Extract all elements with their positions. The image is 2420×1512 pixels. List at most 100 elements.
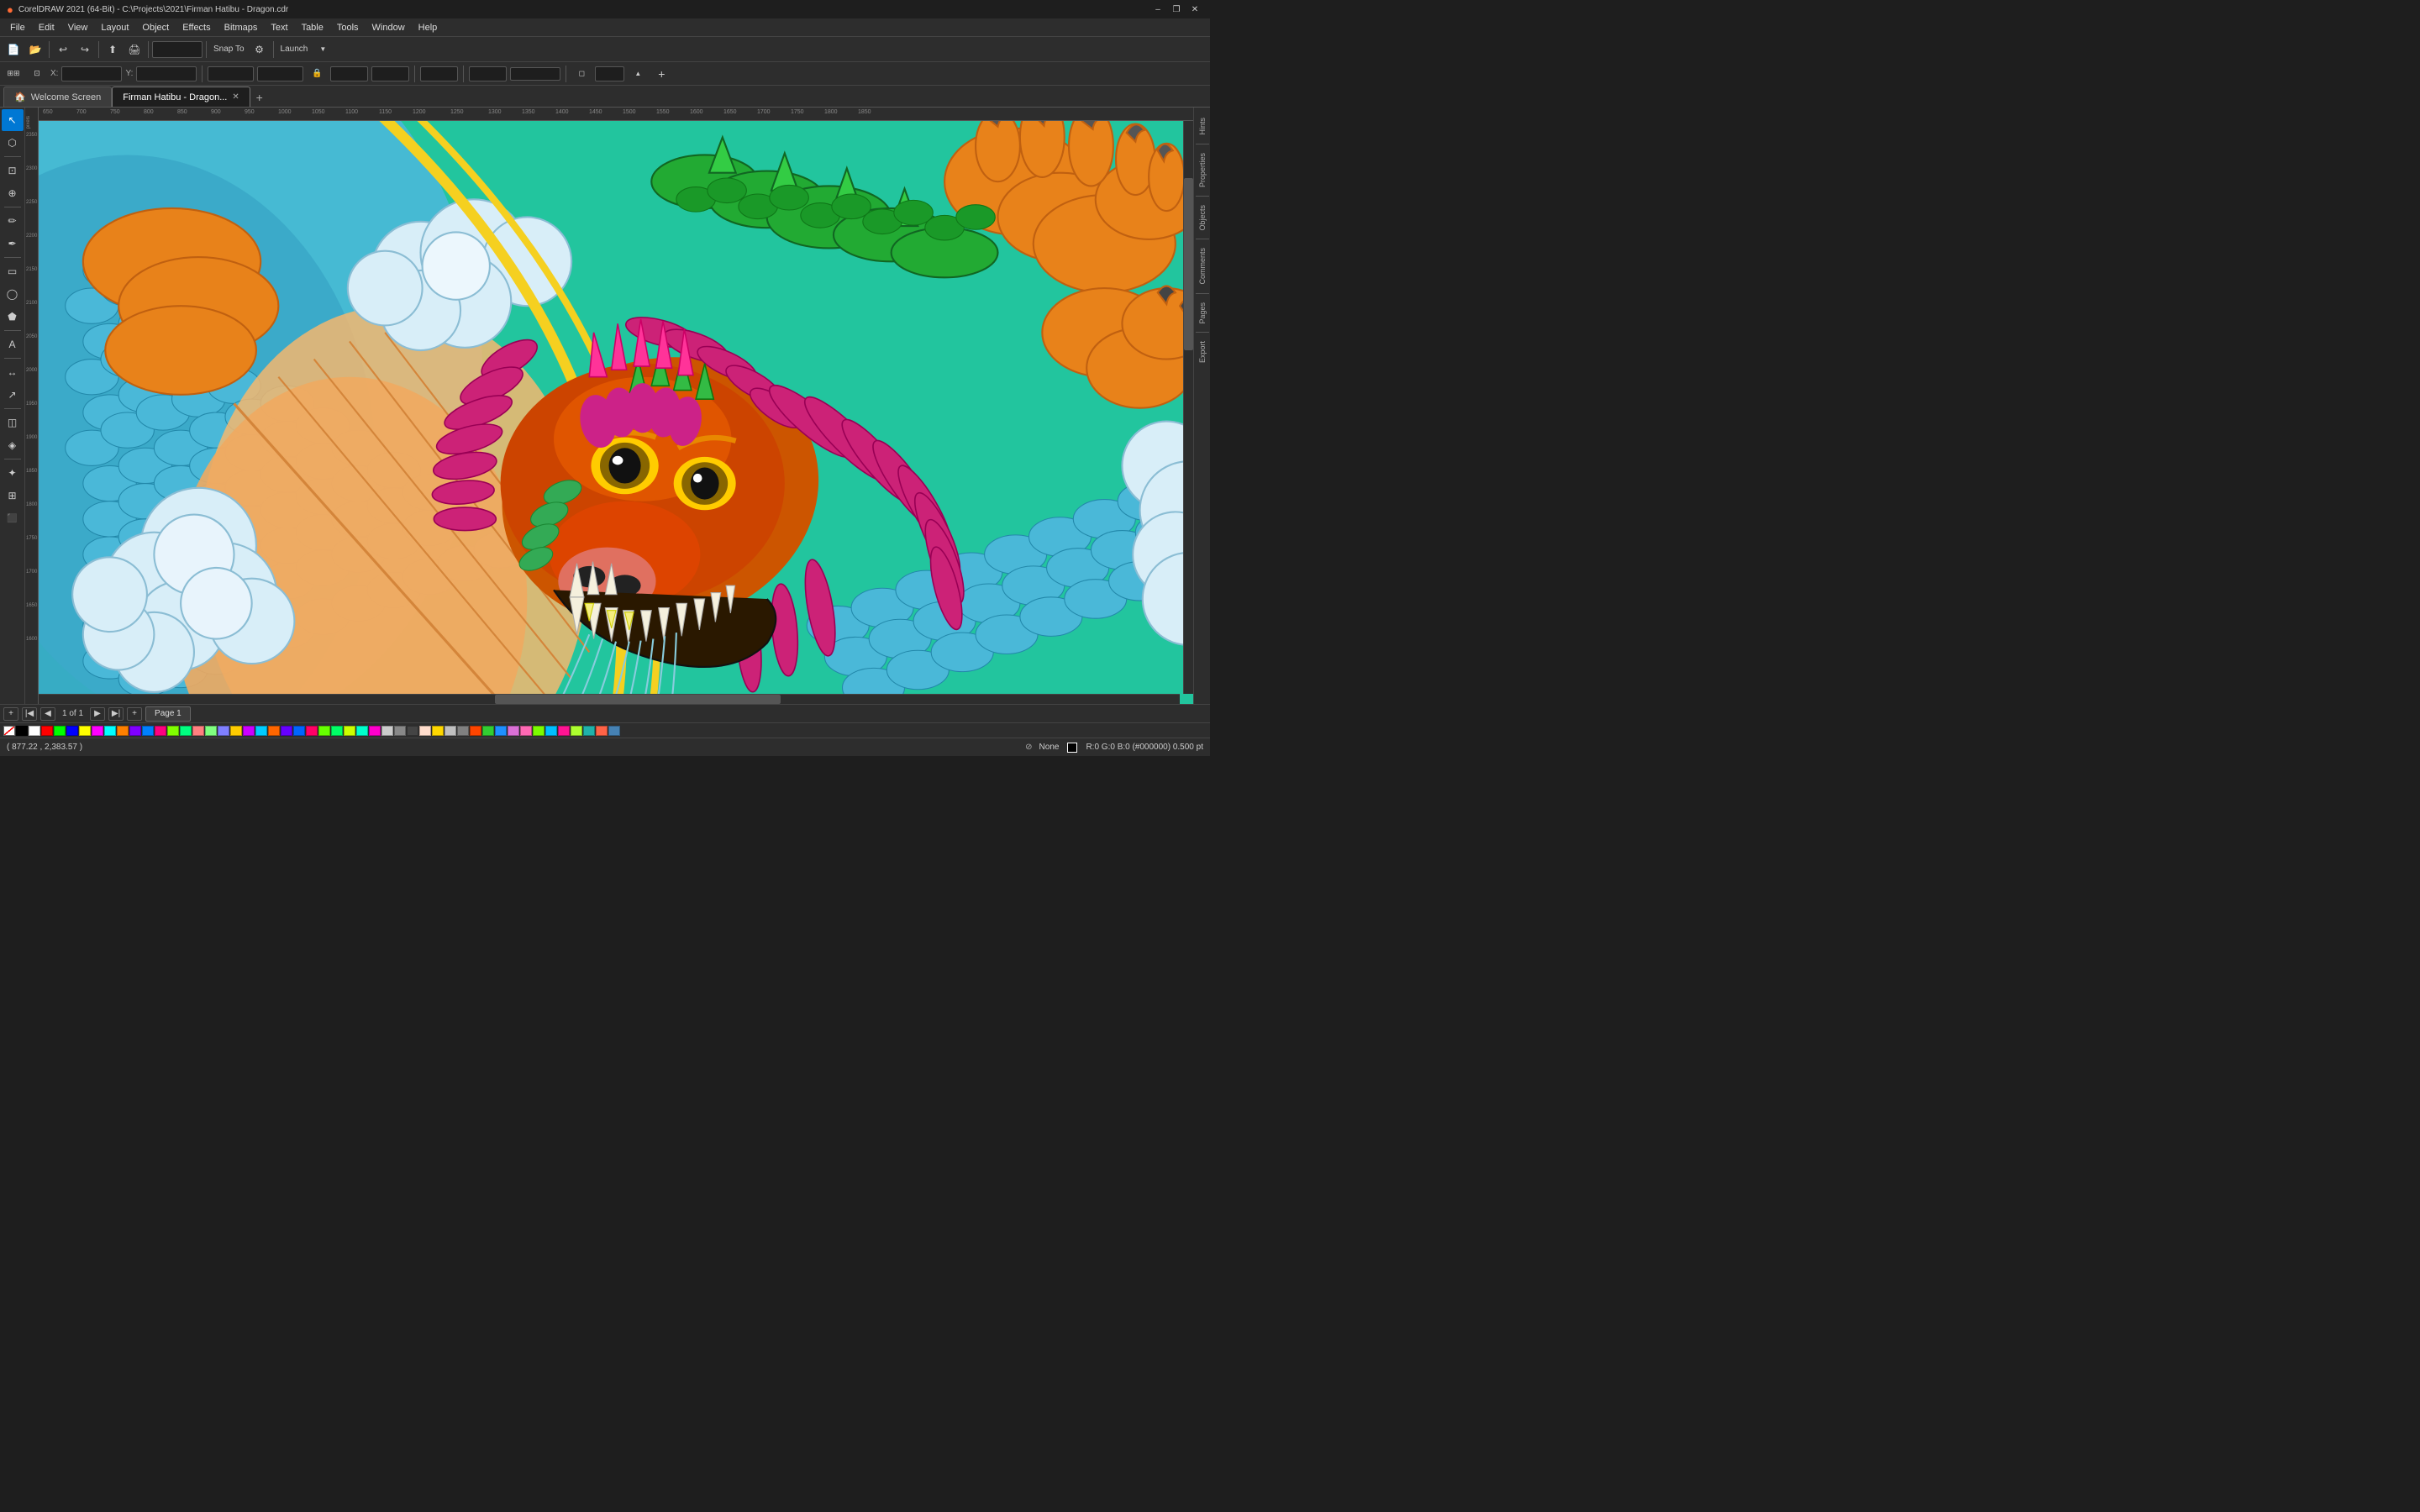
menu-item-help[interactable]: Help <box>412 21 445 34</box>
object-pos-size[interactable]: ⊡ <box>27 64 47 84</box>
color-swatch[interactable] <box>230 726 242 736</box>
objects-panel-btn[interactable]: Objects <box>1197 198 1208 238</box>
redo-button[interactable]: ↪ <box>75 39 95 60</box>
first-page-btn[interactable]: |◀ <box>22 707 37 721</box>
color-swatch[interactable] <box>381 726 393 736</box>
color-swatch[interactable] <box>318 726 330 736</box>
prev-page-btn[interactable]: ◀ <box>40 707 55 721</box>
scale-h-input[interactable]: 100.0 <box>371 66 409 81</box>
color-swatch[interactable] <box>104 726 116 736</box>
color-swatch[interactable] <box>369 726 381 736</box>
color-swatch[interactable] <box>205 726 217 736</box>
print-button[interactable]: 🖨 <box>124 39 145 60</box>
color-swatch[interactable] <box>419 726 431 736</box>
rectangle-btn[interactable]: ▭ <box>2 260 24 282</box>
menu-item-file[interactable]: File <box>3 21 32 34</box>
color-swatch[interactable] <box>583 726 595 736</box>
transform-tool[interactable]: ⊞⊞ <box>3 64 24 84</box>
color-swatch[interactable] <box>66 726 78 736</box>
color-swatch[interactable] <box>508 726 519 736</box>
color-swatch[interactable] <box>495 726 507 736</box>
color-swatch[interactable] <box>457 726 469 736</box>
color-swatch[interactable] <box>41 726 53 736</box>
freehand-btn[interactable]: ✏ <box>2 210 24 232</box>
color-swatch[interactable] <box>268 726 280 736</box>
color-swatch[interactable] <box>117 726 129 736</box>
width-input[interactable]: 0.0 px <box>208 66 254 81</box>
h-scroll-thumb[interactable] <box>495 695 781 704</box>
zoom-input[interactable]: 626% <box>152 41 203 58</box>
color-swatch[interactable] <box>331 726 343 736</box>
page-tab[interactable]: Page 1 <box>145 706 191 722</box>
color-swatch[interactable] <box>520 726 532 736</box>
y-input[interactable]: 1,500.0 px <box>136 66 197 81</box>
export-panel-btn[interactable]: Export <box>1197 334 1208 370</box>
horizontal-scrollbar[interactable] <box>39 694 1180 704</box>
nib-up-btn[interactable]: ▲ <box>628 64 648 84</box>
color-swatch[interactable] <box>129 726 141 736</box>
nib-size-input[interactable]: 50 <box>595 66 624 81</box>
add-page-end-btn[interactable]: + <box>127 707 142 721</box>
lock-aspect-btn[interactable]: 🔒 <box>307 64 327 84</box>
none-swatch[interactable] <box>3 726 15 736</box>
color-swatch[interactable] <box>407 726 418 736</box>
crop-tool-btn[interactable]: ⊡ <box>2 160 24 181</box>
text-tool-btn[interactable]: A <box>2 333 24 355</box>
launch-dropdown[interactable]: ▼ <box>313 39 333 60</box>
select-tool-btn[interactable]: ↖ <box>2 109 24 131</box>
tab-dragon-file[interactable]: Firman Hatibu - Dragon... ✕ <box>112 87 250 107</box>
color-swatch[interactable] <box>596 726 608 736</box>
comments-panel-btn[interactable]: Comments <box>1197 241 1208 291</box>
color-swatch[interactable] <box>243 726 255 736</box>
polygon-btn[interactable]: ⬟ <box>2 306 24 328</box>
color-swatch[interactable] <box>608 726 620 736</box>
interactive-fill-btn[interactable]: ⊞ <box>2 485 24 507</box>
color-swatch[interactable] <box>470 726 481 736</box>
stroke-color-preview[interactable] <box>510 67 560 81</box>
new-button[interactable]: 📄 <box>3 39 24 60</box>
tab-add-button[interactable]: + <box>250 88 269 107</box>
open-button[interactable]: 📂 <box>25 39 45 60</box>
color-swatch[interactable] <box>192 726 204 736</box>
color-swatch[interactable] <box>255 726 267 736</box>
color-swatch[interactable] <box>533 726 544 736</box>
color-swatch[interactable] <box>344 726 355 736</box>
properties-panel-btn[interactable]: Properties <box>1197 146 1208 194</box>
hints-panel-btn[interactable]: Hints <box>1197 111 1208 142</box>
menu-item-effects[interactable]: Effects <box>176 21 217 34</box>
dimension-btn[interactable]: ↔ <box>2 361 24 383</box>
v-scroll-thumb[interactable] <box>1184 178 1193 350</box>
color-swatch[interactable] <box>92 726 103 736</box>
ellipse-btn[interactable]: ◯ <box>2 283 24 305</box>
canvas-area[interactable]: 650 700 750 800 850 900 950 1000 1050 11… <box>25 108 1193 704</box>
color-swatch[interactable] <box>432 726 444 736</box>
color-swatch[interactable] <box>306 726 318 736</box>
color-swatch[interactable] <box>155 726 166 736</box>
nib-shape-btn[interactable]: ◻ <box>571 64 592 84</box>
color-swatch[interactable] <box>281 726 292 736</box>
color-swatch[interactable] <box>558 726 570 736</box>
color-swatch[interactable] <box>218 726 229 736</box>
vertical-scrollbar[interactable] <box>1183 121 1193 694</box>
add-tool-btn[interactable]: + <box>651 64 671 84</box>
title-bar-controls[interactable]: – ❐ ✕ <box>1150 3 1203 16</box>
close-button[interactable]: ✕ <box>1186 3 1203 16</box>
dropshadow-btn[interactable]: ◫ <box>2 412 24 433</box>
menu-item-bitmaps[interactable]: Bitmaps <box>218 21 265 34</box>
x-input[interactable]: 1,200.0 px <box>61 66 122 81</box>
color-swatch[interactable] <box>445 726 456 736</box>
restore-button[interactable]: ❐ <box>1168 3 1185 16</box>
menu-item-view[interactable]: View <box>61 21 95 34</box>
stroke-input[interactable]: 0.5 pt <box>469 66 507 81</box>
minimize-button[interactable]: – <box>1150 3 1166 16</box>
pages-panel-btn[interactable]: Pages <box>1197 296 1208 331</box>
eyedropper-btn[interactable]: ✦ <box>2 462 24 484</box>
bezier-btn[interactable]: ✒ <box>2 233 24 255</box>
canvas-viewport[interactable] <box>39 121 1193 704</box>
tab-close-icon[interactable]: ✕ <box>232 92 239 102</box>
height-input[interactable]: 0.0 px <box>257 66 303 81</box>
menu-item-layout[interactable]: Layout <box>94 21 135 34</box>
color-swatch[interactable] <box>180 726 192 736</box>
color-swatch[interactable] <box>16 726 28 736</box>
color-swatch[interactable] <box>394 726 406 736</box>
